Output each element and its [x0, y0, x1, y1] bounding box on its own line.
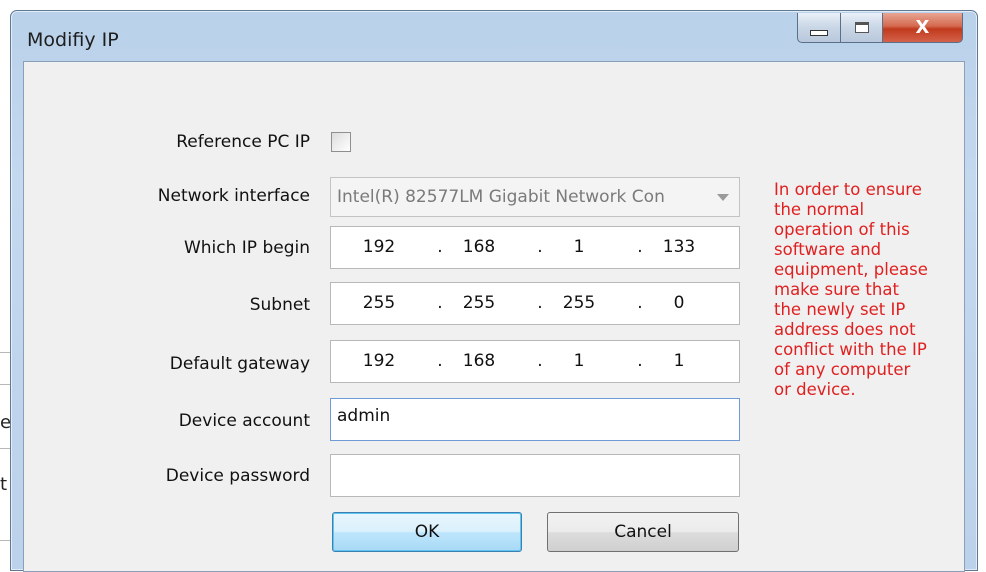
ip-octet[interactable]: 133	[649, 237, 709, 257]
ip-dot: .	[537, 237, 543, 257]
default-gateway-label: Default gateway	[169, 354, 310, 374]
maximize-icon	[854, 22, 869, 33]
ip-octet[interactable]: 168	[449, 351, 509, 371]
ip-dot: .	[637, 237, 643, 257]
default-gateway-input[interactable]: 192 . 168 . 1 . 1	[330, 340, 740, 383]
warning-line: conflict with the IP	[774, 340, 927, 359]
ip-dot: .	[437, 293, 443, 313]
warning-line: software and	[774, 240, 882, 259]
warning-line: of any computer	[774, 360, 911, 379]
ip-octet[interactable]: 255	[449, 293, 509, 313]
reference-pc-ip-checkbox[interactable]	[331, 132, 351, 152]
subnet-label: Subnet	[249, 295, 310, 315]
warning-line: operation of this	[774, 220, 910, 239]
ip-octet[interactable]: 1	[549, 351, 609, 371]
ip-octet[interactable]: 192	[349, 237, 409, 257]
chevron-down-icon	[717, 194, 729, 201]
ip-dot: .	[537, 351, 543, 371]
ip-octet[interactable]: 1	[549, 237, 609, 257]
ip-dot: .	[437, 351, 443, 371]
cancel-button[interactable]: Cancel	[547, 512, 739, 552]
device-password-label: Device password	[165, 466, 310, 486]
subnet-input[interactable]: 255 . 255 . 255 . 0	[330, 282, 740, 325]
device-password-input[interactable]	[330, 454, 740, 497]
device-account-input[interactable]: admin	[330, 398, 740, 441]
warning-line: the newly set IP	[774, 300, 906, 319]
ip-dot: .	[437, 237, 443, 257]
ip-octet[interactable]: 255	[549, 293, 609, 313]
which-ip-begin-input[interactable]: 192 . 168 . 1 . 133	[330, 226, 740, 269]
caption-buttons: X	[797, 13, 963, 47]
ok-button[interactable]: OK	[332, 512, 522, 552]
minimize-icon	[810, 29, 828, 36]
ip-conflict-warning: In order to ensure the normal operation …	[774, 180, 964, 400]
device-account-label: Device account	[178, 411, 310, 431]
warning-line: make sure that	[774, 280, 899, 299]
minimize-button[interactable]	[797, 13, 841, 43]
modify-ip-dialog: Modifiy IP X Reference PC IP Network int…	[10, 10, 978, 572]
network-interface-select[interactable]: Intel(R) 82577LM Gigabit Network Con	[330, 177, 740, 217]
reference-pc-ip-label: Reference PC IP	[176, 132, 310, 152]
background-text: t	[0, 474, 8, 495]
ip-octet[interactable]: 192	[349, 351, 409, 371]
close-button[interactable]: X	[883, 13, 963, 43]
warning-line: In order to ensure	[774, 180, 922, 199]
network-interface-label: Network interface	[157, 186, 310, 206]
ip-octet[interactable]: 0	[649, 293, 709, 313]
ip-dot: .	[637, 351, 643, 371]
ip-octet[interactable]: 1	[649, 351, 709, 371]
dialog-client-area: Reference PC IP Network interface Intel(…	[23, 61, 965, 572]
warning-line: address does not	[774, 320, 916, 339]
which-ip-begin-label: Which IP begin	[183, 238, 310, 258]
ip-dot: .	[537, 293, 543, 313]
warning-line: equipment, please	[774, 260, 928, 279]
ip-octet[interactable]: 168	[449, 237, 509, 257]
dialog-title: Modifiy IP	[27, 29, 119, 51]
ip-dot: .	[637, 293, 643, 313]
maximize-button[interactable]	[841, 13, 883, 43]
ip-octet[interactable]: 255	[349, 293, 409, 313]
warning-line: the normal	[774, 200, 865, 219]
network-interface-value: Intel(R) 82577LM Gigabit Network Con	[337, 187, 665, 207]
warning-line: or device.	[774, 380, 856, 399]
close-icon: X	[915, 17, 930, 38]
